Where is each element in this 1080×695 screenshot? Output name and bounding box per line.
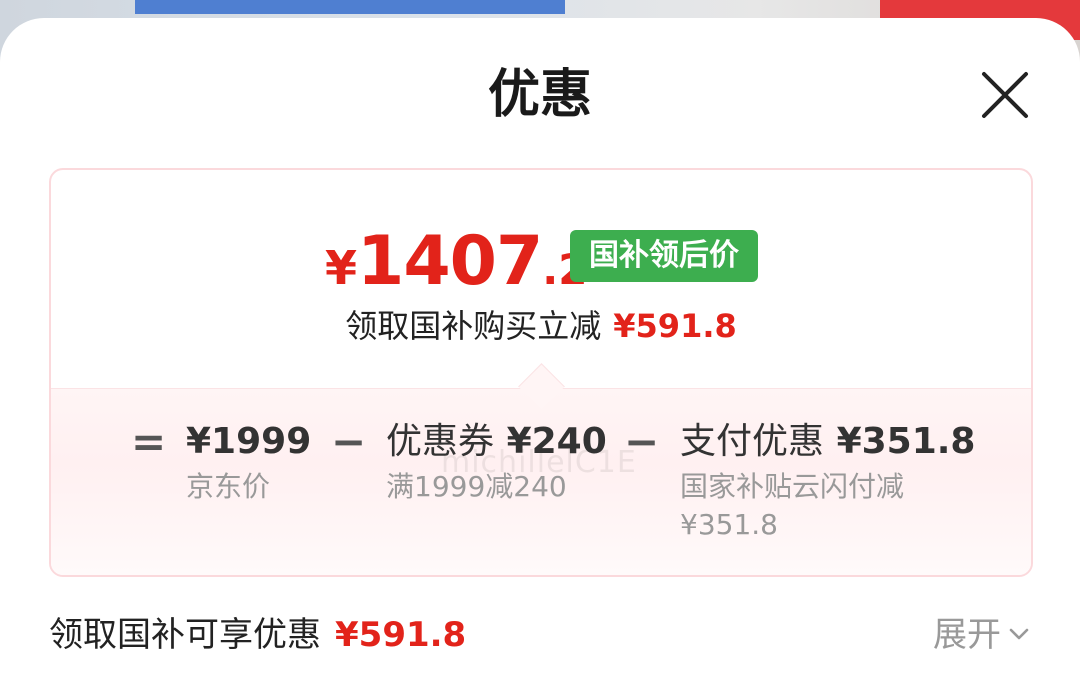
subsidy-savings-amount: ¥591.8	[613, 307, 737, 345]
expand-label: 展开	[933, 615, 1001, 655]
breakdown-label: 优惠券	[386, 421, 495, 462]
breakdown-amount: 优惠券 ¥240	[386, 421, 607, 462]
breakdown-item-payment: 支付优惠 ¥351.8 国家补贴云闪付减 ¥351.8	[680, 420, 975, 544]
breakdown-amount: ¥1999	[186, 421, 312, 462]
minus-sign: −	[624, 417, 660, 466]
chevron-down-icon	[1009, 628, 1029, 639]
subsidy-price-badge: 国补领后价	[570, 230, 758, 282]
price-breakdown-card: ¥1407.2 国补领后价 领取国补购买立减 ¥591.8 michillelC1…	[49, 168, 1033, 577]
breakdown-note: 国家补贴云闪付减	[680, 470, 905, 503]
subsidy-savings-line: 领取国补购买立减 ¥591.8	[51, 302, 1031, 350]
subsidy-offer-row: 领取国补可享优惠 ¥591.8 展开	[49, 610, 1031, 660]
sheet-title: 优惠	[487, 65, 592, 125]
subsidy-offer-amount: ¥591.8	[335, 615, 467, 655]
subsidy-offer-label: 领取国补可享优惠	[49, 615, 321, 655]
breakdown-item-list-price: ¥1999 京东价	[186, 420, 311, 506]
minus-sign: −	[331, 417, 367, 466]
breakdown-note-amount: ¥351.8	[680, 508, 778, 541]
breakdown-item-coupon: 优惠券 ¥240 满1999减240	[386, 420, 607, 506]
breakdown-note: 京东价	[186, 470, 271, 503]
background-banner	[135, 0, 565, 14]
price-currency: ¥	[325, 241, 358, 295]
subsidy-savings-label: 领取国补购买立减	[345, 307, 602, 345]
price-integer: 1407	[357, 222, 543, 301]
close-icon	[982, 72, 1028, 118]
close-button[interactable]	[972, 62, 1038, 128]
breakdown-amount: 支付优惠 ¥351.8	[680, 421, 976, 462]
subsidy-offer-label-group: 领取国补可享优惠 ¥591.8	[49, 610, 466, 660]
breakdown-label: 支付优惠	[680, 421, 825, 462]
final-price-row: ¥1407.2 国补领后价	[51, 222, 1031, 302]
expand-button[interactable]: 展开	[933, 610, 1031, 660]
breakdown-note: 满1999减240	[386, 470, 567, 503]
equals-sign: =	[131, 417, 167, 466]
